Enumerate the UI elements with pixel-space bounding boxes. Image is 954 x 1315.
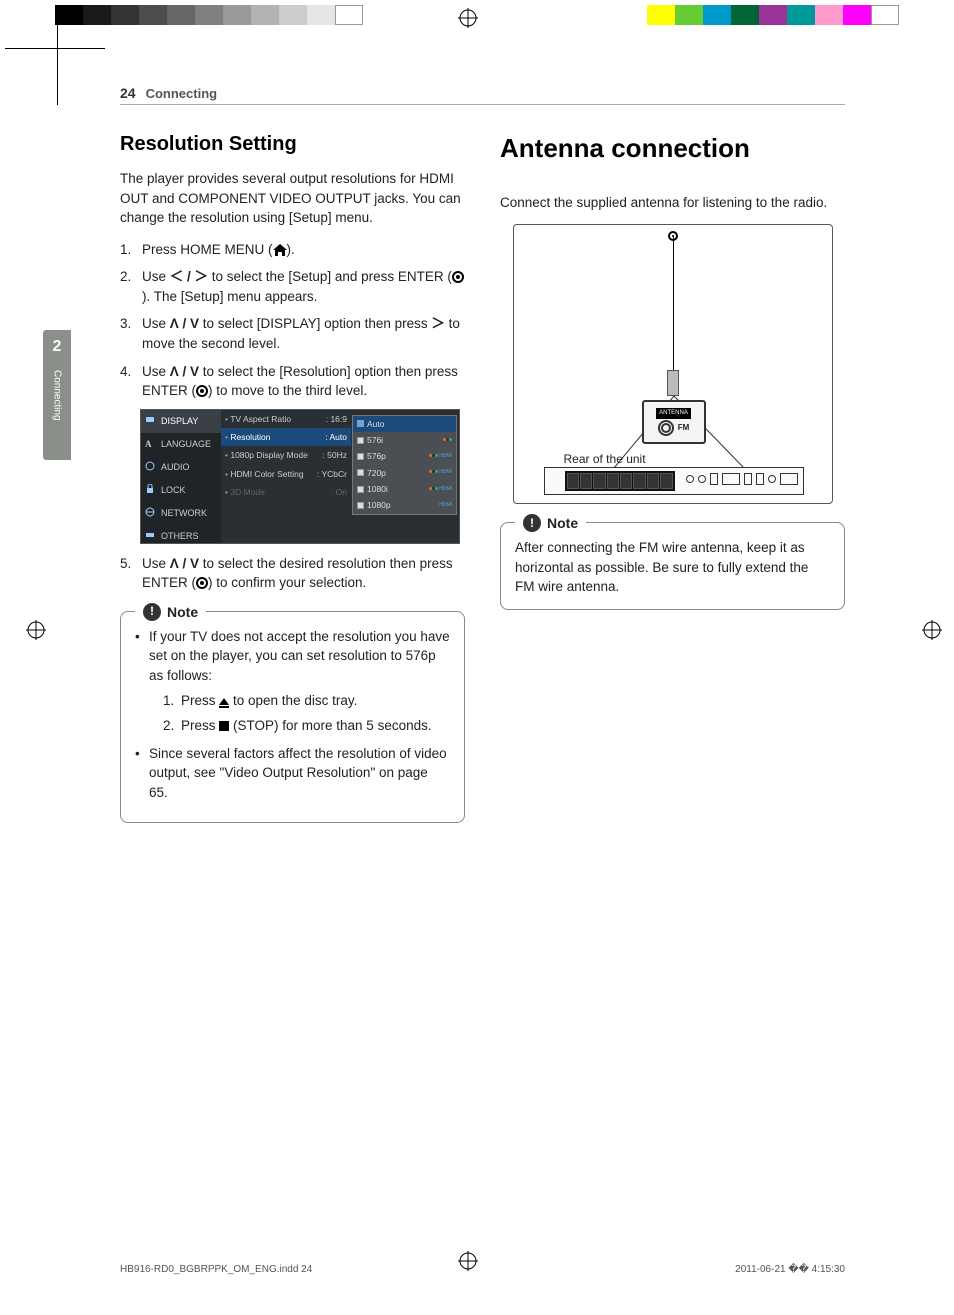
registration-mark-top	[458, 8, 478, 34]
note-bullet-2: Since several factors affect the resolut…	[135, 744, 450, 803]
rear-label: Rear of the unit	[564, 451, 646, 468]
home-icon	[273, 244, 287, 256]
footer-date: 2011-06-21 �� 4:15:30	[735, 1264, 845, 1275]
step-5: Use Λ / V to select the desired resoluti…	[120, 554, 465, 593]
step-2: Use ＜ / ＞ to select the [Setup] and pres…	[120, 267, 465, 306]
antenna-figure: ANTENNA FM Rear of the unit	[513, 224, 833, 504]
footer-file: HB916-RD0_BGBRPPK_OM_ENG.indd 24	[120, 1264, 312, 1275]
osd-sidebar-audio: AUDIO	[141, 456, 221, 479]
enter-icon	[196, 577, 208, 589]
osd-opt-576i: 576i	[353, 432, 456, 448]
up-down-icon: Λ / V	[170, 556, 199, 571]
resolution-steps: Press HOME MENU (). Use ＜ / ＞ to select …	[120, 240, 465, 401]
osd-sidebar-network: NETWORK	[141, 502, 221, 525]
osd-opt-576p: 576p HDMI	[353, 448, 456, 464]
up-down-icon: Λ / V	[170, 316, 199, 331]
step-1: Press HOME MENU ().	[120, 240, 465, 260]
note-box-right: ! Note After connecting the FM wire ante…	[500, 522, 845, 610]
enter-icon	[452, 271, 464, 283]
chapter-title: Connecting	[52, 370, 63, 421]
print-footer: HB916-RD0_BGBRPPK_OM_ENG.indd 24 2011-06…	[120, 1264, 845, 1275]
jack-icon	[658, 420, 674, 436]
osd-row-hdmi-color: HDMI Color Setting: YCbCr	[221, 465, 351, 483]
left-right-icon: ＜ / ＞	[170, 269, 208, 284]
right-column: Antenna connection Connect the supplied …	[500, 130, 845, 823]
antenna-label: ANTENNA	[656, 408, 691, 419]
osd-opt-720p: 720p HDMI	[353, 465, 456, 481]
osd-row-aspect: TV Aspect Ratio: 16:9	[221, 410, 351, 428]
fm-label: FM	[678, 422, 690, 434]
note-box-left: ! Note If your TV does not accept the re…	[120, 611, 465, 824]
section-name: Connecting	[146, 86, 218, 101]
eject-icon	[219, 698, 229, 705]
antenna-wire	[673, 235, 674, 370]
resolution-heading: Resolution Setting	[120, 130, 465, 159]
enter-icon	[196, 385, 208, 397]
up-down-icon: Λ / V	[170, 364, 199, 379]
osd-row-3d-mode: 3D Mode: On	[221, 483, 351, 501]
note-sub-2: Press (STOP) for more than 5 seconds.	[163, 716, 450, 736]
rear-unit-diagram	[544, 467, 804, 495]
osd-opt-1080p: 1080pHDMI	[353, 497, 456, 513]
page-header: 24 Connecting	[120, 85, 845, 105]
osd-sidebar-lock: LOCK	[141, 479, 221, 502]
osd-sidebar-others: OTHERS	[141, 525, 221, 548]
note-icon: !	[523, 514, 541, 532]
antenna-intro: Connect the supplied antenna for listeni…	[500, 193, 845, 213]
osd-row-1080p-mode: 1080p Display Mode: 50Hz	[221, 446, 351, 464]
resolution-steps-ctd: Use Λ / V to select the desired resoluti…	[120, 554, 465, 593]
osd-screenshot: DISPLAY ALANGUAGE AUDIO LOCK NETWORK OTH…	[140, 409, 460, 544]
step-4: Use Λ / V to select the [Resolution] opt…	[120, 362, 465, 401]
osd-row-resolution: Resolution: Auto	[221, 428, 351, 446]
osd-sidebar-display: DISPLAY	[141, 410, 221, 433]
note-icon: !	[143, 603, 161, 621]
color-bar-left	[55, 5, 363, 25]
left-column: Resolution Setting The player provides s…	[120, 130, 465, 823]
osd-opt-1080i: 1080i HDMI	[353, 481, 456, 497]
antenna-jack-zoom: ANTENNA FM	[642, 400, 706, 444]
right-icon: ＞	[431, 316, 445, 331]
page-number: 24	[120, 85, 136, 101]
note-sub-1: Press to open the disc tray.	[163, 691, 450, 711]
registration-mark-right	[922, 620, 942, 646]
note-bullet-1: If your TV does not accept the resolutio…	[135, 627, 450, 736]
note-title: ! Note	[515, 513, 586, 533]
resolution-intro: The player provides several output resol…	[120, 169, 465, 228]
step-3: Use Λ / V to select [DISPLAY] option the…	[120, 314, 465, 353]
stop-icon	[219, 721, 229, 731]
chapter-tab: 2 Connecting	[43, 330, 71, 460]
note-text: After connecting the FM wire antenna, ke…	[515, 538, 830, 597]
color-bar-right	[647, 5, 899, 25]
osd-sidebar-language: ALANGUAGE	[141, 433, 221, 456]
registration-mark-left	[26, 620, 46, 646]
note-title: ! Note	[135, 602, 206, 622]
antenna-heading: Antenna connection	[500, 130, 845, 168]
chapter-number: 2	[53, 338, 62, 356]
osd-opt-auto: Auto	[353, 416, 456, 432]
